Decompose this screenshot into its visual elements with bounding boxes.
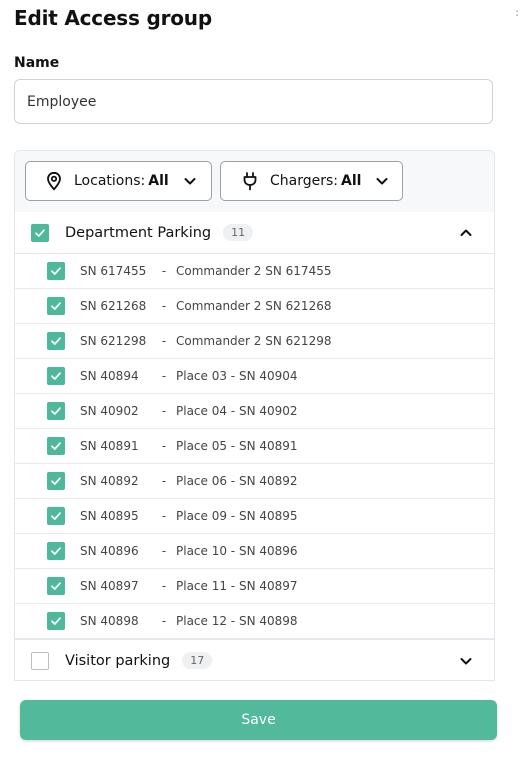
chevron-down-icon <box>376 178 388 185</box>
charger-checkbox[interactable] <box>47 402 65 420</box>
filter-bar: Locations: All Chargers: All <box>15 151 494 213</box>
group-header-department-parking[interactable]: Department Parking 11 <box>15 212 494 254</box>
separator: - <box>161 369 167 383</box>
charger-row[interactable]: SN 40894 - Place 03 - SN 40904 <box>15 359 494 394</box>
separator: - <box>161 509 167 523</box>
separator: - <box>161 334 167 348</box>
charger-checkbox[interactable] <box>47 437 65 455</box>
charger-serial: SN 40891 <box>80 439 139 453</box>
separator: - <box>161 614 167 628</box>
chevron-up-icon[interactable] <box>458 225 474 241</box>
locations-filter-value: All <box>148 173 169 189</box>
charger-name: Place 05 - SN 40891 <box>176 439 298 453</box>
charger-name: Place 06 - SN 40892 <box>176 474 298 488</box>
charger-name: Place 12 - SN 40898 <box>176 614 298 628</box>
charger-serial: SN 40898 <box>80 614 139 628</box>
charger-row[interactable]: SN 40897 - Place 11 - SN 40897 <box>15 569 494 604</box>
group-checkbox-department-parking[interactable] <box>31 223 49 242</box>
charger-row[interactable]: SN 40891 - Place 05 - SN 40891 <box>15 429 494 464</box>
charger-list: SN 617455- Commander 2 SN 617455 SN 621268… <box>15 254 494 639</box>
charger-row[interactable]: SN 40892 - Place 06 - SN 40892 <box>15 464 494 499</box>
charger-serial: SN 621298 <box>80 334 147 348</box>
charger-serial: SN 40895 <box>80 509 139 523</box>
charger-name: Place 11 - SN 40897 <box>176 579 298 593</box>
charger-serial: SN 621268 <box>80 299 147 313</box>
charger-row[interactable]: SN 621268- Commander 2 SN 621268 <box>15 289 494 324</box>
separator: - <box>161 474 167 488</box>
separator: - <box>161 299 167 313</box>
charger-row[interactable]: SN 40902 - Place 04 - SN 40902 <box>15 394 494 429</box>
charger-name: Commander 2 SN 621268 <box>176 299 332 313</box>
charger-name: Place 09 - SN 40895 <box>176 509 298 523</box>
plug-icon <box>243 172 257 191</box>
corner-mark: : <box>515 6 519 19</box>
charger-row[interactable]: SN 40898 - Place 12 - SN 40898 <box>15 604 494 639</box>
chargers-filter-button[interactable]: Chargers: All <box>220 161 403 201</box>
charger-serial: SN 40902 <box>80 404 139 418</box>
charger-checkbox[interactable] <box>47 297 65 315</box>
charger-serial: SN 40894 <box>80 369 139 383</box>
charger-row[interactable]: SN 40896 - Place 10 - SN 40896 <box>15 534 494 569</box>
chevron-down-icon[interactable] <box>458 653 474 669</box>
locations-filter-label: Locations: <box>74 173 146 189</box>
charger-row[interactable]: SN 40895 - Place 09 - SN 40895 <box>15 499 494 534</box>
separator: - <box>161 544 167 558</box>
charger-name: Commander 2 SN 621298 <box>176 334 332 348</box>
charger-checkbox[interactable] <box>47 507 65 525</box>
charger-checkbox[interactable] <box>47 367 65 385</box>
separator: - <box>161 264 167 278</box>
location-pin-icon <box>47 171 61 191</box>
separator: - <box>161 579 167 593</box>
charger-serial: SN 40897 <box>80 579 139 593</box>
edit-access-group-page: Edit Access group : Name Locations: All <box>0 0 521 760</box>
locations-filter-button[interactable]: Locations: All <box>25 161 212 201</box>
charger-row[interactable]: SN 617455- Commander 2 SN 617455 <box>15 254 494 289</box>
charger-checkbox[interactable] <box>47 542 65 560</box>
group-checkbox-visitor-parking[interactable] <box>31 651 49 670</box>
chargers-panel: Locations: All Chargers: All Department … <box>14 150 495 681</box>
page-title: Edit Access group <box>14 6 212 30</box>
separator: - <box>161 404 167 418</box>
charger-name: Place 04 - SN 40902 <box>176 404 298 418</box>
chargers-filter-value: All <box>341 173 362 189</box>
name-input[interactable] <box>14 79 493 124</box>
charger-row[interactable]: SN 621298- Commander 2 SN 621298 <box>15 324 494 359</box>
count-badge: 17 <box>182 652 213 669</box>
charger-serial: SN 40892 <box>80 474 139 488</box>
count-badge: 11 <box>223 224 254 241</box>
charger-checkbox[interactable] <box>47 577 65 595</box>
name-label: Name <box>14 55 60 71</box>
charger-name: Commander 2 SN 617455 <box>176 264 332 278</box>
charger-checkbox[interactable] <box>47 262 65 280</box>
chargers-filter-label: Chargers: <box>270 173 339 189</box>
charger-serial: SN 617455 <box>80 264 147 278</box>
save-button[interactable]: Save <box>20 700 497 740</box>
charger-name: Place 03 - SN 40904 <box>176 369 298 383</box>
charger-checkbox[interactable] <box>47 472 65 490</box>
charger-name: Place 10 - SN 40896 <box>176 544 298 558</box>
separator: - <box>161 439 167 453</box>
chevron-down-icon <box>184 178 196 185</box>
group-title: Visitor parking <box>65 652 171 669</box>
group-title: Department Parking <box>65 224 212 241</box>
charger-checkbox[interactable] <box>47 332 65 350</box>
charger-serial: SN 40896 <box>80 544 139 558</box>
group-header-visitor-parking[interactable]: Visitor parking 17 <box>15 639 494 680</box>
charger-checkbox[interactable] <box>47 612 65 630</box>
